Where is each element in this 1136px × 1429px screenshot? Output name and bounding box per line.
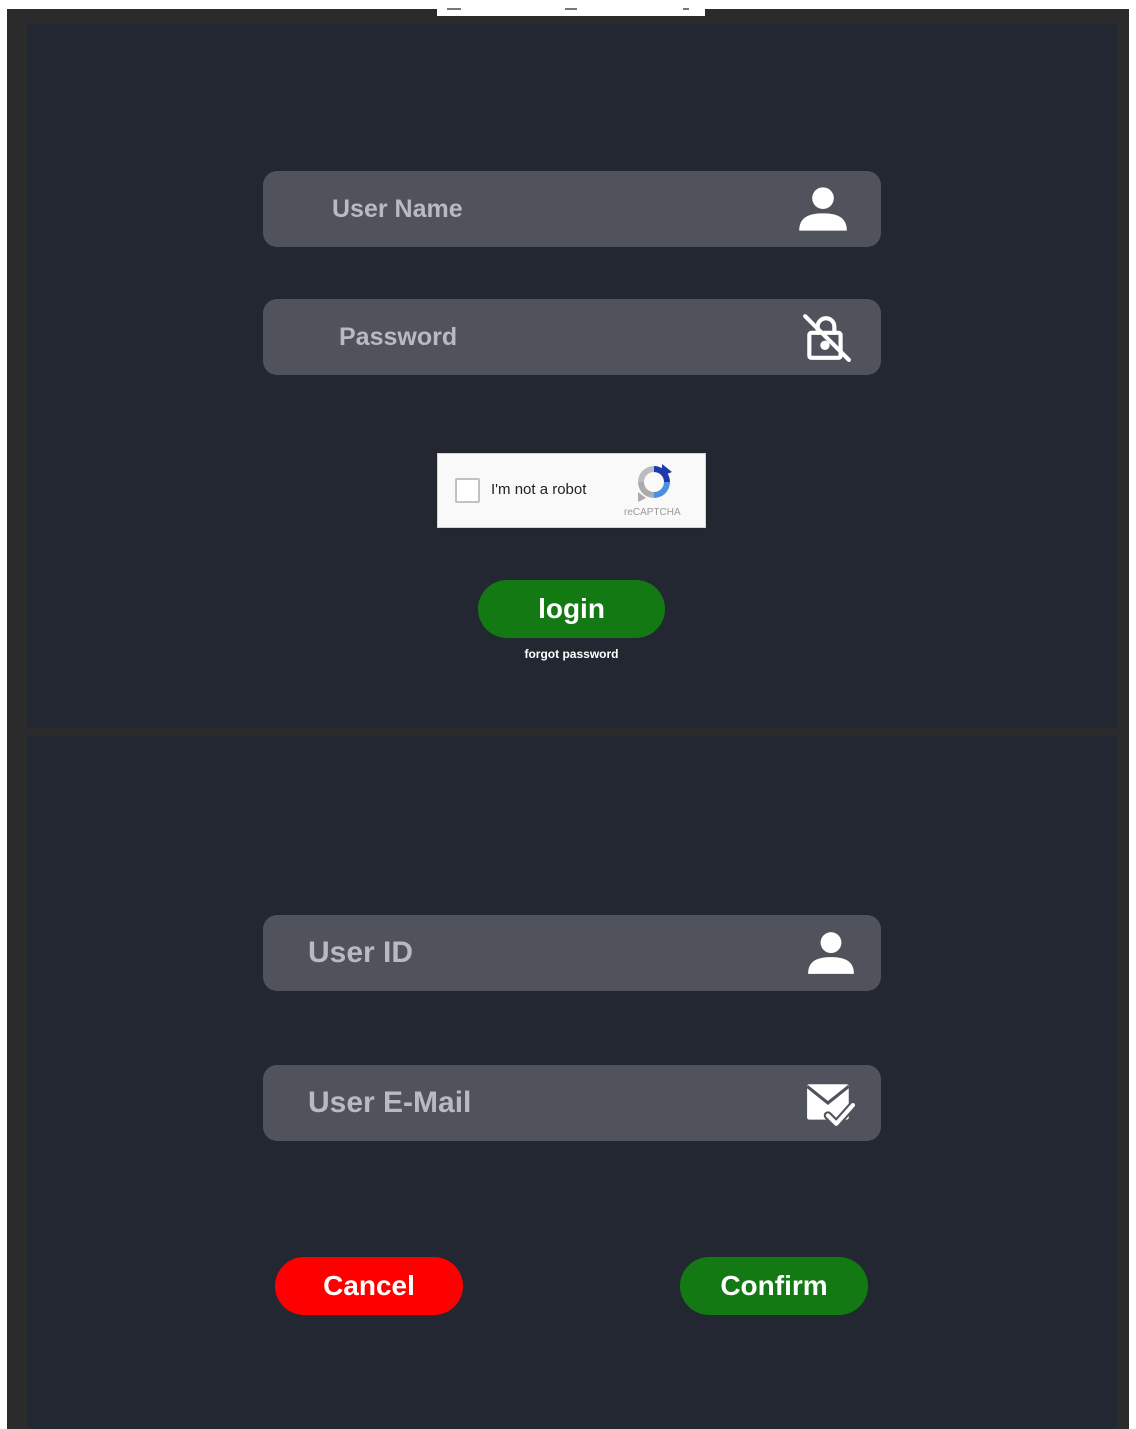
toolbar-mark (447, 8, 461, 10)
user-id-field-container (263, 915, 881, 991)
recaptcha-logo-icon (634, 462, 674, 502)
user-icon (806, 928, 856, 978)
top-toolbar-strip (437, 0, 705, 16)
toolbar-mark (683, 8, 689, 10)
confirm-button[interactable]: Confirm (680, 1257, 868, 1315)
user-email-field-container (263, 1065, 881, 1141)
login-button[interactable]: login (478, 580, 665, 638)
forgot-password-link[interactable]: forgot password (478, 647, 665, 661)
username-field-container (263, 171, 881, 247)
captcha-brand: reCAPTCHA (624, 507, 681, 518)
user-icon (797, 183, 849, 235)
user-id-input[interactable] (263, 915, 881, 991)
password-field-container (263, 299, 881, 375)
user-email-input[interactable] (263, 1065, 881, 1141)
toolbar-mark (565, 8, 577, 10)
mail-check-icon (805, 1078, 855, 1128)
captcha-checkbox[interactable] (455, 478, 480, 503)
password-input[interactable] (263, 299, 881, 375)
captcha-label: I'm not a robot (491, 481, 587, 498)
username-input[interactable] (263, 171, 881, 247)
cancel-button[interactable]: Cancel (275, 1257, 463, 1315)
recaptcha-widget: I'm not a robot reCAPTCHA (437, 453, 706, 528)
lock-off-icon (801, 312, 851, 362)
